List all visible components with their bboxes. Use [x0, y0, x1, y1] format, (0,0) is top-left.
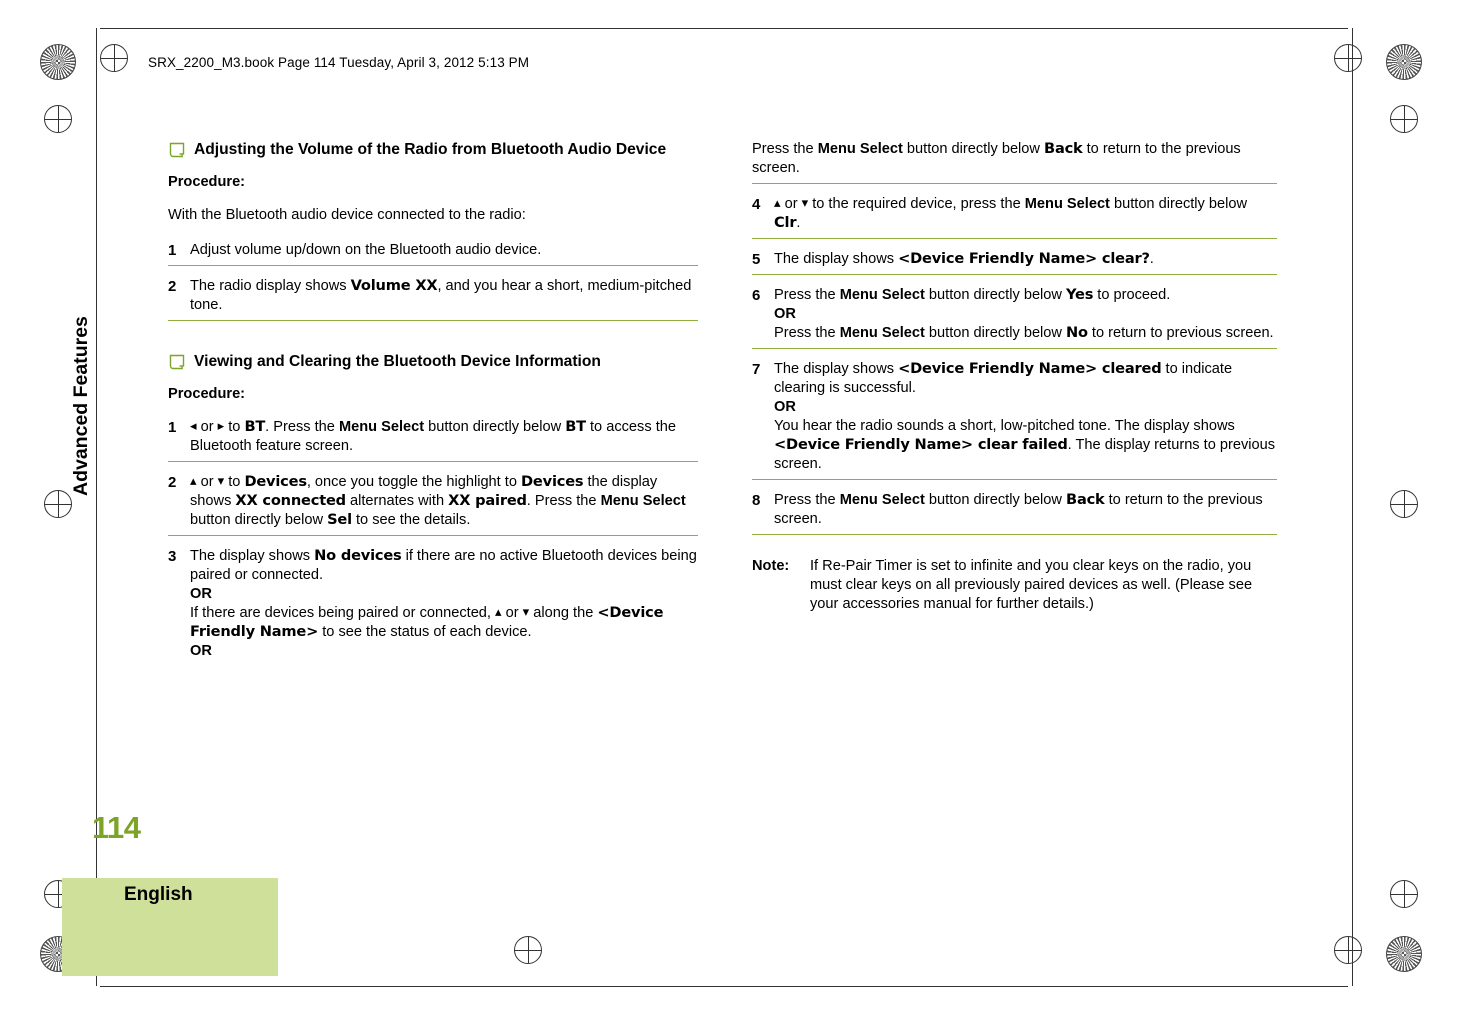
step-text: Press the Menu Select button directly be… — [774, 491, 1263, 528]
section-heading-volume: Adjusting the Volume of the Radio from B… — [168, 140, 698, 159]
step-item: 2 The radio display shows Volume XX, and… — [168, 277, 698, 322]
crop-target-top-left — [100, 44, 128, 72]
section1-intro: With the Bluetooth audio device connecte… — [168, 206, 526, 223]
crop-line-top — [100, 28, 1348, 29]
crop-target-bottom-mid — [514, 936, 542, 964]
procedure-label-2: Procedure: — [168, 386, 246, 403]
step-item: 8 Press the Menu Select button directly … — [752, 491, 1277, 536]
step-text: The display shows <Device Friendly Name>… — [774, 249, 1154, 267]
page-number: 114 — [92, 810, 141, 845]
step-continuation: Press the Menu Select button directly be… — [752, 140, 1277, 184]
step-number: 1 — [168, 241, 177, 259]
step-text: Press the Menu Select button directly be… — [774, 286, 1274, 342]
step-number: 8 — [752, 492, 761, 510]
step-number: 5 — [752, 250, 761, 268]
crop-line-bottom — [100, 986, 1348, 987]
registration-mark-top-right — [1386, 44, 1422, 80]
book-icon — [168, 353, 186, 371]
step-item: 5 The display shows <Device Friendly Nam… — [752, 250, 1277, 276]
step-number: 1 — [168, 419, 177, 437]
right-column: Press the Menu Select button directly be… — [752, 140, 1277, 614]
crop-target-left-upper — [44, 105, 72, 133]
section-heading-text: Viewing and Clearing the Bluetooth Devic… — [194, 353, 601, 371]
chapter-title-vertical: Advanced Features — [70, 316, 92, 496]
note-block: Note: If Re-Pair Timer is set to infinit… — [752, 557, 1277, 614]
step-text: The radio display shows Volume XX, and y… — [190, 277, 692, 314]
crop-target-top-right — [1334, 44, 1362, 72]
step-text: ▴ or ▾ to the required device, press the… — [774, 195, 1248, 231]
note-text: If Re-Pair Timer is set to infinite and … — [810, 558, 1253, 612]
step-text: Adjust volume up/down on the Bluetooth a… — [190, 241, 542, 258]
step-number: 2 — [168, 474, 177, 492]
crop-line-right — [1352, 28, 1353, 986]
step-text: ◂ or ▸ to BT. Press the Menu Select butt… — [190, 418, 676, 455]
step-item: 6 Press the Menu Select button directly … — [752, 286, 1277, 350]
step-item: 2 ▴ or ▾ to Devices, once you toggle the… — [168, 473, 698, 537]
crop-target-bottom-right — [1334, 936, 1362, 964]
step-number: 2 — [168, 278, 177, 296]
step-text: ▴ or ▾ to Devices, once you toggle the h… — [190, 473, 686, 529]
note-label: Note: — [752, 558, 790, 575]
step-text: The display shows No devices if there ar… — [190, 547, 697, 660]
book-icon — [168, 141, 186, 159]
step-text: Press the Menu Select button directly be… — [752, 140, 1241, 176]
crop-target-left-mid — [44, 490, 72, 518]
book-header-line: SRX_2200_M3.book Page 114 Tuesday, April… — [148, 55, 530, 70]
registration-mark-bottom-right — [1386, 936, 1422, 972]
step-item: 7 The display shows <Device Friendly Nam… — [752, 360, 1277, 481]
crop-target-right-mid — [1390, 490, 1418, 518]
step-item: 1 Adjust volume up/down on the Bluetooth… — [168, 241, 698, 267]
registration-mark-top-left — [40, 44, 76, 80]
step-item: 1 ◂ or ▸ to BT. Press the Menu Select bu… — [168, 418, 698, 463]
step-number: 4 — [752, 195, 761, 213]
crop-target-right-lower — [1390, 880, 1418, 908]
section-heading-viewing-clearing: Viewing and Clearing the Bluetooth Devic… — [168, 352, 698, 371]
step-text: The display shows <Device Friendly Name>… — [774, 360, 1276, 473]
step-item: 3 The display shows No devices if there … — [168, 547, 698, 666]
step-number: 3 — [168, 548, 177, 566]
crop-target-right-upper — [1390, 105, 1418, 133]
step-number: 6 — [752, 287, 761, 305]
step-item: 4 ▴ or ▾ to the required device, press t… — [752, 195, 1277, 239]
step-number: 7 — [752, 361, 761, 379]
crop-line-bottom-mid — [514, 950, 515, 951]
language-label: English — [124, 884, 193, 905]
procedure-label-1: Procedure: — [168, 174, 246, 191]
left-column: Adjusting the Volume of the Radio from B… — [168, 140, 698, 677]
section-heading-text: Adjusting the Volume of the Radio from B… — [194, 141, 667, 158]
